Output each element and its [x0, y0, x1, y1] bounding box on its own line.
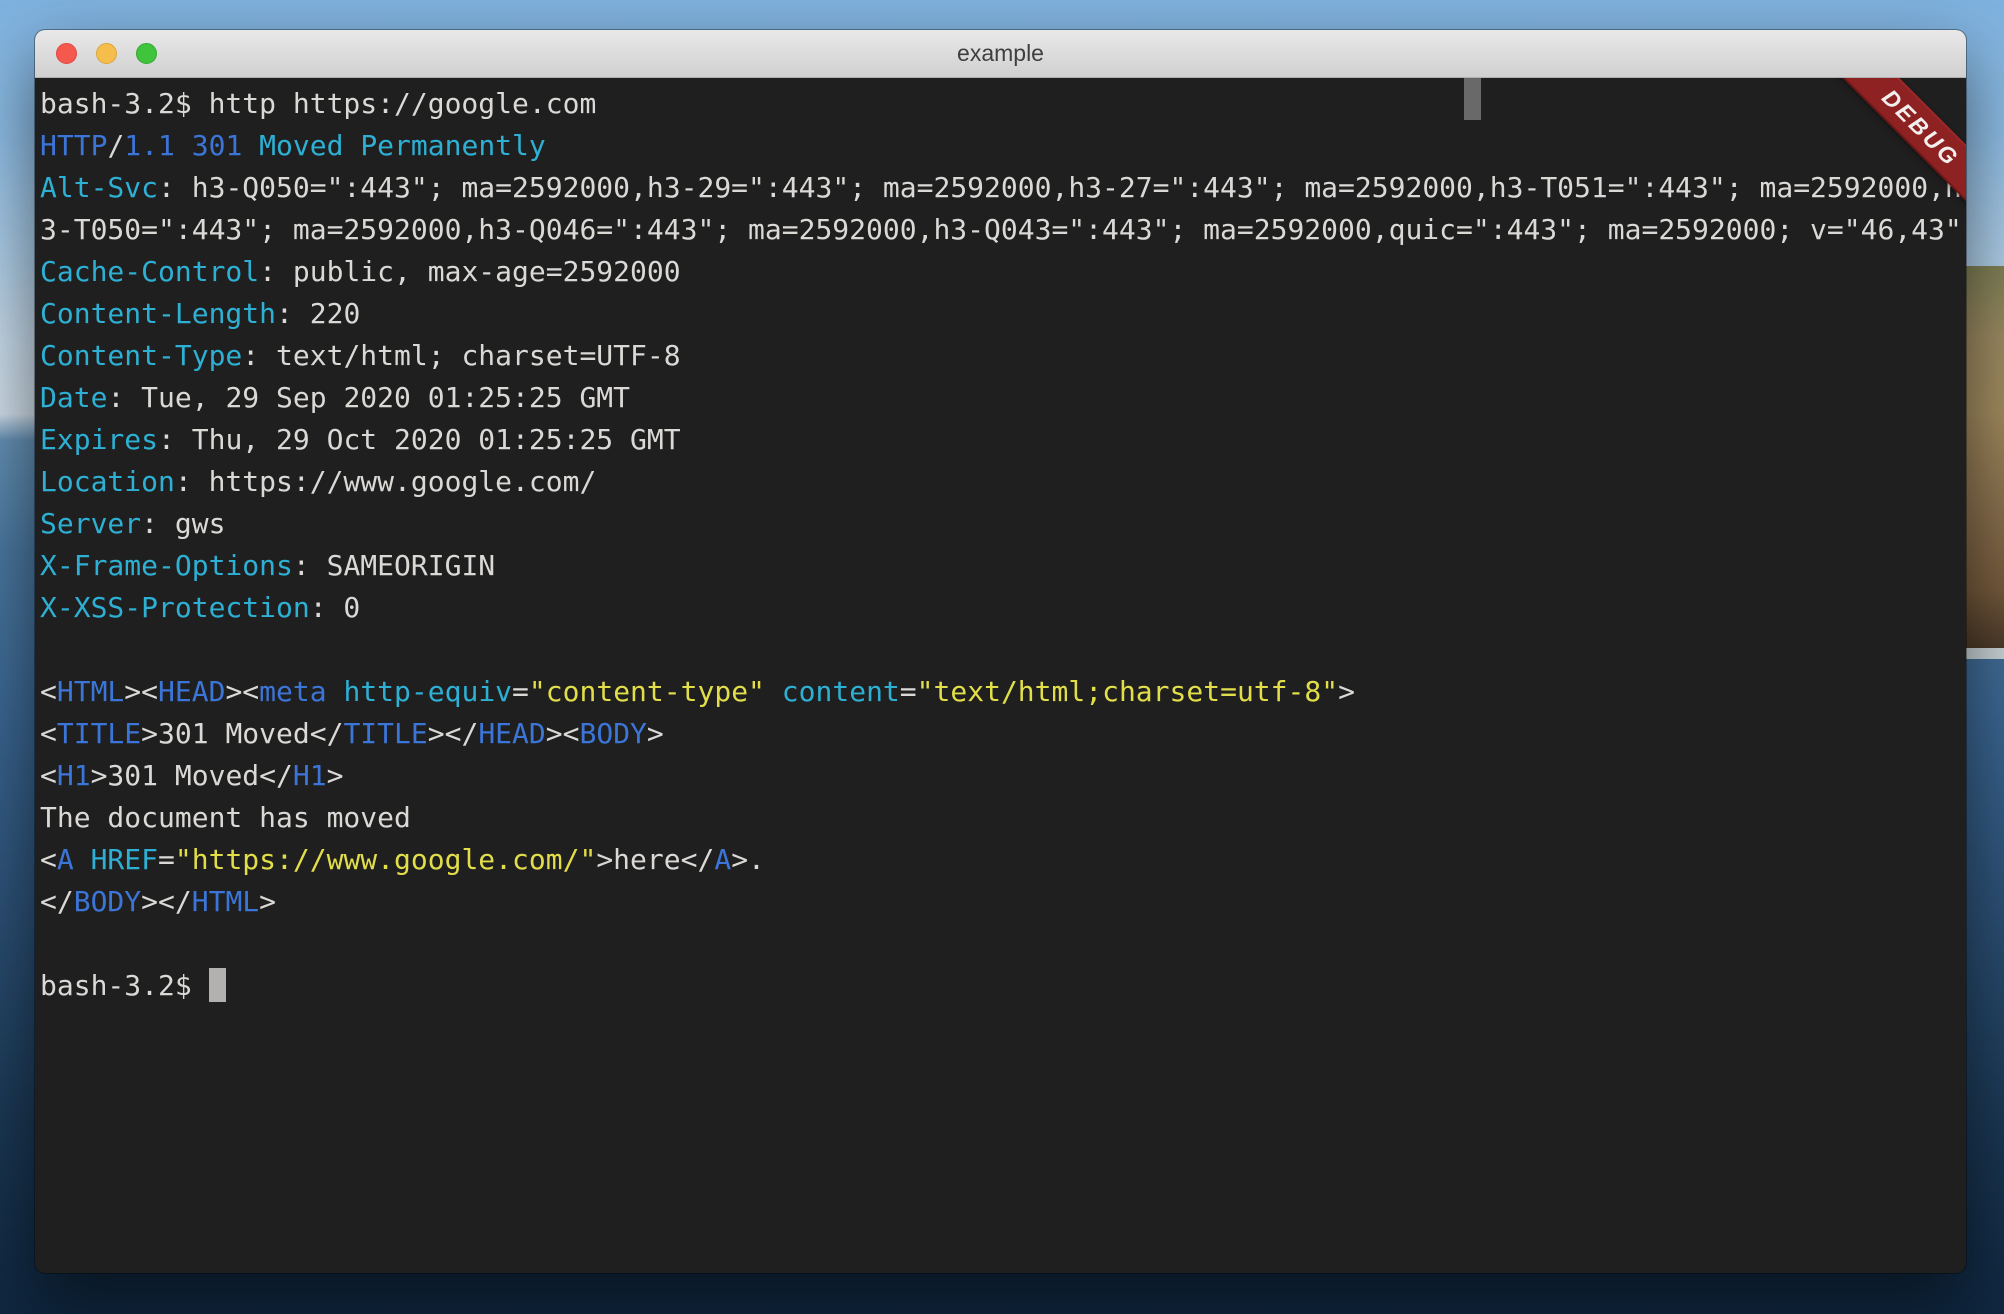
terminal-line: Cache-Control: public, max-age=2592000	[40, 251, 1961, 293]
terminal-line: Content-Length: 220	[40, 293, 1961, 335]
terminal-line	[40, 923, 1961, 965]
traffic-lights	[56, 30, 157, 77]
terminal-line: Content-Type: text/html; charset=UTF-8	[40, 335, 1961, 377]
terminal-line: <A HREF="https://www.google.com/">here</…	[40, 839, 1961, 881]
terminal-line: Server: gws	[40, 503, 1961, 545]
terminal-line: bash-3.2$ http https://google.com	[40, 83, 1961, 125]
desktop: example bash-3.2$ http https://google.co…	[0, 0, 2004, 1314]
minimize-button[interactable]	[96, 43, 117, 64]
terminal-line: Date: Tue, 29 Sep 2020 01:25:25 GMT	[40, 377, 1961, 419]
terminal-line: <HTML><HEAD><meta http-equiv="content-ty…	[40, 671, 1961, 713]
terminal-line: X-Frame-Options: SAMEORIGIN	[40, 545, 1961, 587]
terminal-line: Location: https://www.google.com/	[40, 461, 1961, 503]
terminal-line: <TITLE>301 Moved</TITLE></HEAD><BODY>	[40, 713, 1961, 755]
terminal-line: <H1>301 Moved</H1>	[40, 755, 1961, 797]
scroll-marker	[1464, 78, 1481, 120]
terminal-line: Expires: Thu, 29 Oct 2020 01:25:25 GMT	[40, 419, 1961, 461]
terminal-line: bash-3.2$	[40, 965, 1961, 1007]
window-title: example	[957, 40, 1044, 67]
terminal-window: example bash-3.2$ http https://google.co…	[35, 30, 1966, 1273]
terminal-line: X-XSS-Protection: 0	[40, 587, 1961, 629]
terminal-line: The document has moved	[40, 797, 1961, 839]
close-button[interactable]	[56, 43, 77, 64]
terminal-line: </BODY></HTML>	[40, 881, 1961, 923]
terminal-line: 3-T050=":443"; ma=2592000,h3-Q046=":443"…	[40, 209, 1961, 251]
window-titlebar[interactable]: example	[35, 30, 1966, 78]
terminal-line: Alt-Svc: h3-Q050=":443"; ma=2592000,h3-2…	[40, 167, 1961, 209]
terminal-line	[40, 629, 1961, 671]
terminal-cursor	[209, 968, 226, 1002]
terminal-line: HTTP/1.1 301 Moved Permanently	[40, 125, 1961, 167]
terminal-body[interactable]: bash-3.2$ http https://google.comHTTP/1.…	[35, 78, 1966, 1273]
zoom-button[interactable]	[136, 43, 157, 64]
